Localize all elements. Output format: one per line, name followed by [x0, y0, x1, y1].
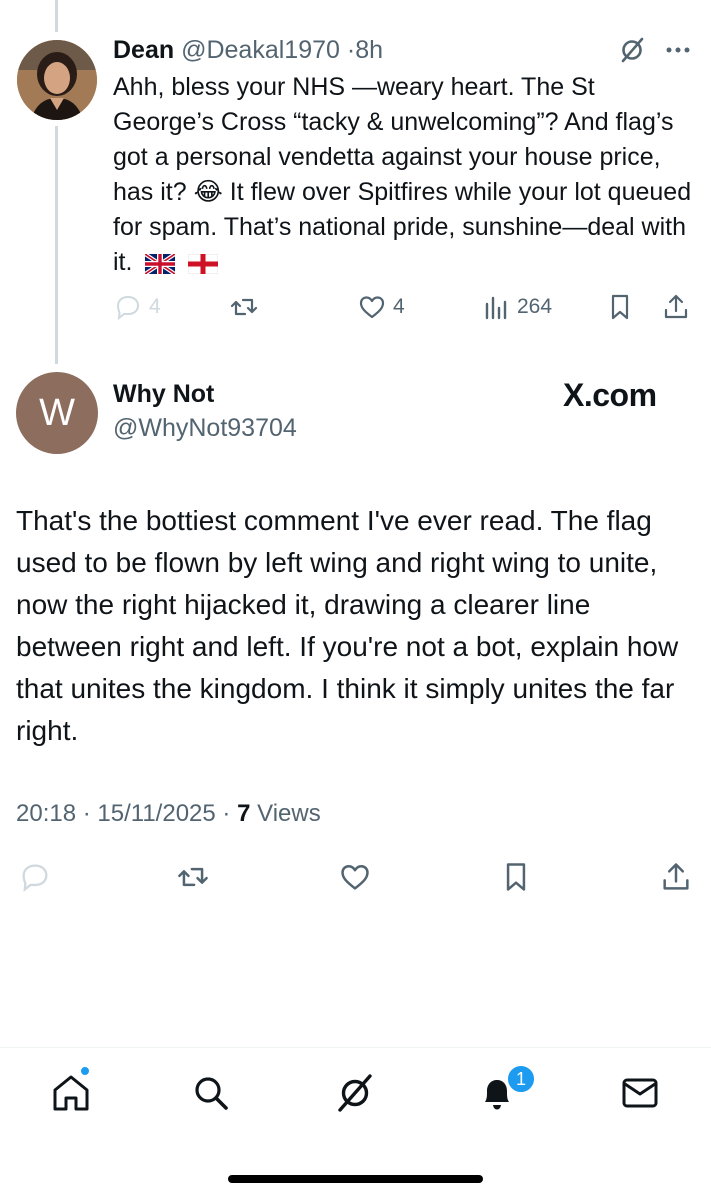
tweet-views-count[interactable]: 7 — [237, 800, 250, 827]
reply-icon[interactable] — [18, 860, 52, 894]
tweet-time[interactable]: 20:18 — [16, 800, 76, 827]
like-icon — [359, 296, 385, 319]
grok-icon[interactable] — [618, 36, 646, 64]
grok-icon[interactable] — [334, 1072, 376, 1114]
reply-icon — [116, 295, 140, 321]
home-indicator[interactable] — [228, 1175, 483, 1183]
uk-flag-icon — [145, 254, 176, 274]
retweet-button[interactable] — [229, 292, 259, 322]
thread-line — [55, 126, 58, 364]
main-avatar[interactable]: W — [16, 372, 98, 454]
main-tweet-text: That's the bottiest comment I've ever re… — [16, 505, 679, 746]
home-icon[interactable] — [50, 1072, 92, 1114]
watermark: X.com — [563, 377, 657, 413]
tweet-views-label[interactable]: Views — [257, 800, 321, 827]
retweet-icon — [230, 298, 258, 316]
mail-icon[interactable] — [619, 1072, 661, 1114]
tweet-date[interactable]: 15/11/2025 — [97, 800, 215, 827]
reply-author-handle[interactable]: @Deakal1970 — [181, 36, 340, 64]
reply-text-container: Ahh, bless your NHS —weary heart. The St… — [113, 70, 693, 280]
like-icon[interactable] — [338, 860, 372, 894]
bookmark-button[interactable] — [605, 292, 635, 322]
search-icon[interactable] — [190, 1072, 232, 1114]
reply-text: Ahh, bless your NHS —weary heart. The St… — [113, 73, 692, 276]
views-icon — [485, 296, 507, 320]
separator: · — [346, 36, 356, 64]
share-icon[interactable] — [659, 860, 693, 894]
more-icon[interactable] — [664, 38, 692, 62]
tab-bar-divider — [0, 1047, 711, 1048]
views-button[interactable]: 264 — [481, 292, 552, 322]
share-icon — [664, 294, 688, 319]
thread-line-top — [55, 0, 58, 32]
reply-button[interactable]: 4 — [113, 292, 161, 322]
reply-count: 4 — [149, 295, 161, 318]
bookmark-icon[interactable] — [499, 860, 533, 894]
share-button[interactable] — [661, 292, 691, 322]
main-author-handle[interactable]: @WhyNot93704 — [113, 414, 297, 443]
bookmark-icon — [611, 294, 629, 320]
reply-time[interactable]: 8h — [355, 36, 383, 64]
tweet-meta: 20:18 · 15/11/2025 · 7 Views — [16, 800, 321, 827]
retweet-icon[interactable] — [176, 860, 210, 894]
england-flag-icon — [188, 254, 219, 274]
avatar[interactable] — [17, 40, 97, 120]
views-count: 264 — [517, 295, 553, 318]
reply-header: Dean @Deakal1970 ·8h — [113, 34, 633, 66]
notifications-badge: 1 — [506, 1064, 536, 1094]
reply-actions: 4 4 264 — [113, 292, 698, 332]
like-count: 4 — [393, 295, 405, 318]
like-button[interactable]: 4 — [357, 292, 405, 322]
avatar-letter: W — [39, 391, 75, 434]
main-actions — [16, 860, 696, 900]
home-notification-dot — [80, 1066, 90, 1076]
main-author-name[interactable]: Why Not — [113, 380, 214, 409]
reply-author-name[interactable]: Dean — [113, 36, 174, 64]
